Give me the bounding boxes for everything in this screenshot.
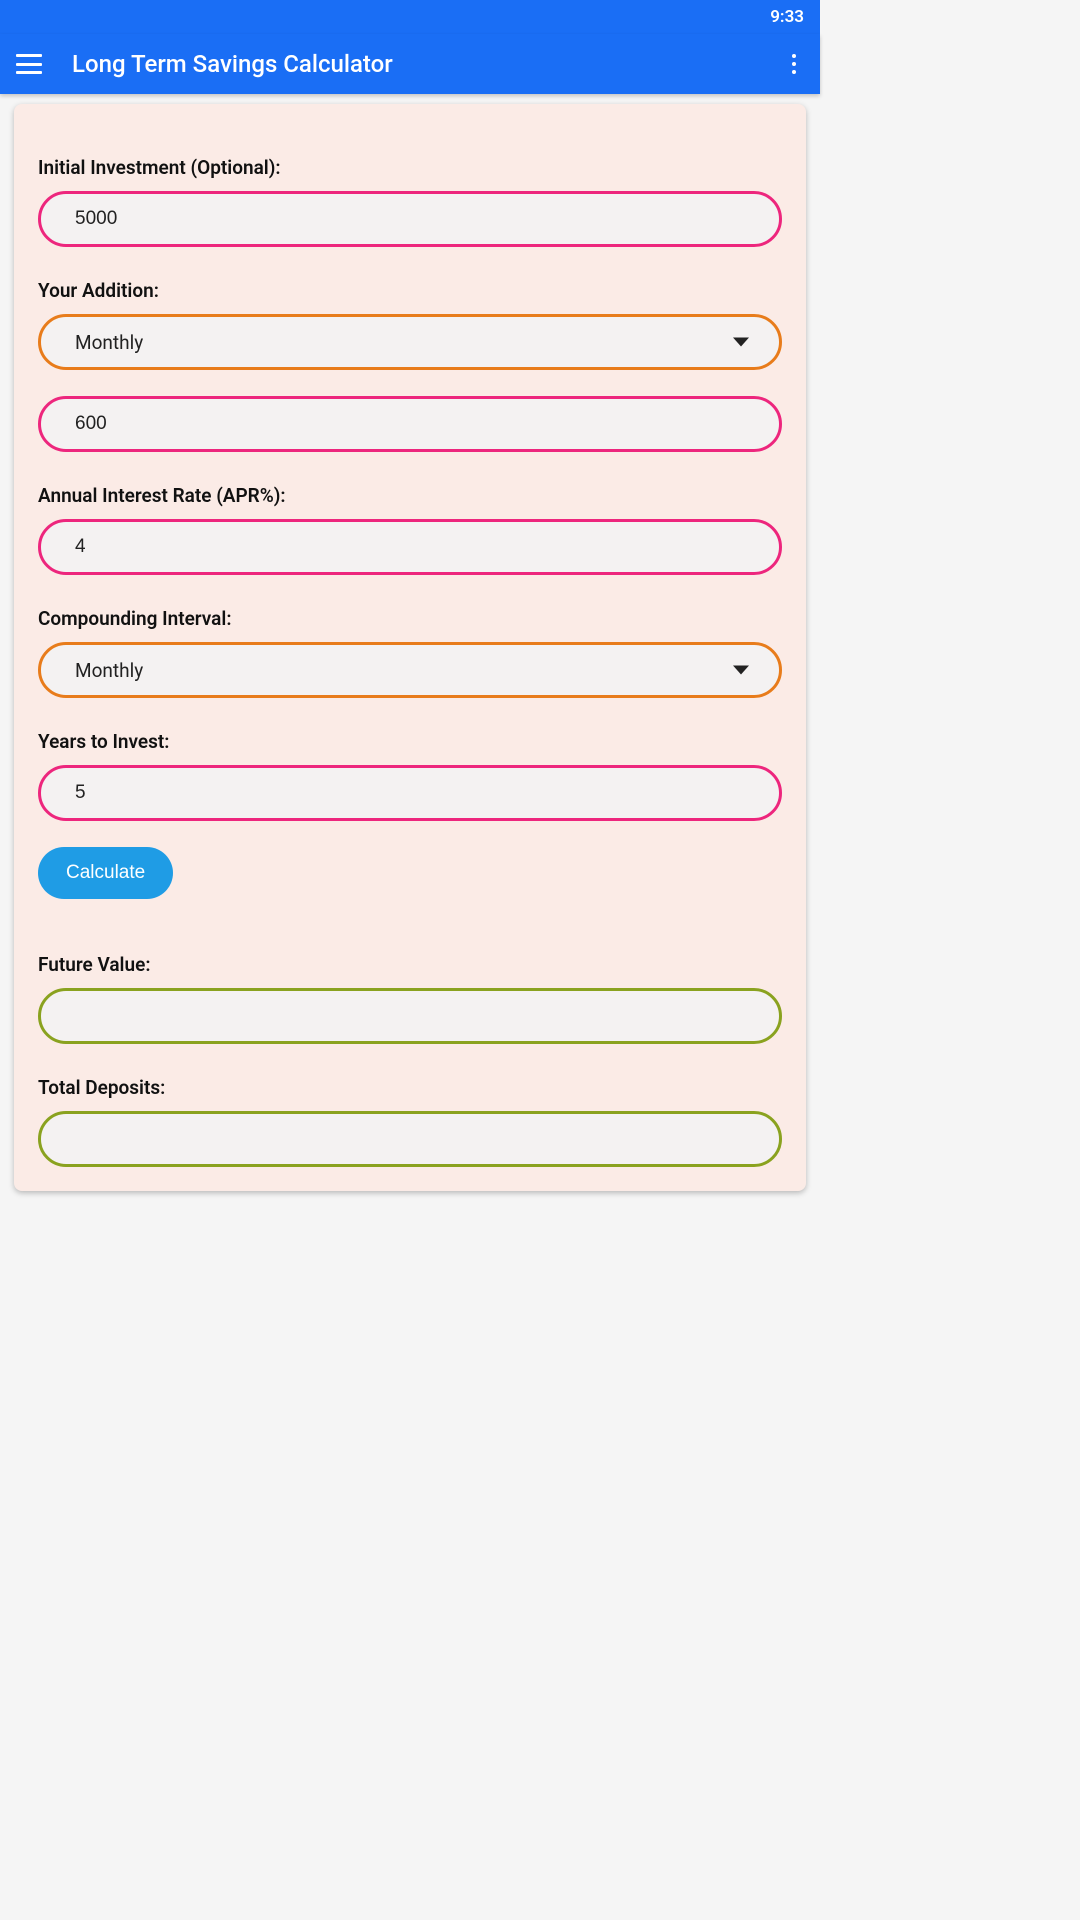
compounding-value: Monthly xyxy=(75,659,143,682)
app-bar: Long Term Savings Calculator xyxy=(0,34,820,94)
addition-frequency-value: Monthly xyxy=(75,331,143,354)
menu-icon[interactable] xyxy=(16,54,42,74)
future-value-output xyxy=(38,988,782,1044)
apr-label: Annual Interest Rate (APR%): xyxy=(38,484,782,507)
years-field[interactable] xyxy=(75,768,745,818)
status-bar: 9:33 xyxy=(0,0,820,34)
initial-investment-field[interactable] xyxy=(75,194,745,244)
compounding-select[interactable]: Monthly xyxy=(38,642,782,698)
chevron-down-icon xyxy=(733,666,749,675)
apr-field[interactable] xyxy=(75,522,745,572)
more-icon[interactable] xyxy=(784,46,804,82)
total-deposits-label: Total Deposits: xyxy=(38,1076,782,1099)
calculate-button[interactable]: Calculate xyxy=(38,847,173,899)
page: Initial Investment (Optional): Your Addi… xyxy=(0,94,820,1201)
form-card: Initial Investment (Optional): Your Addi… xyxy=(14,104,806,1191)
total-deposits-output xyxy=(38,1111,782,1167)
status-time: 9:33 xyxy=(770,7,804,27)
addition-label: Your Addition: xyxy=(38,279,782,302)
future-value-label: Future Value: xyxy=(38,953,782,976)
chevron-down-icon xyxy=(733,338,749,347)
years-label: Years to Invest: xyxy=(38,730,782,753)
years-input[interactable] xyxy=(38,765,782,821)
compounding-label: Compounding Interval: xyxy=(38,607,782,630)
initial-investment-input[interactable] xyxy=(38,191,782,247)
addition-frequency-select[interactable]: Monthly xyxy=(38,314,782,370)
apr-input[interactable] xyxy=(38,519,782,575)
initial-investment-label: Initial Investment (Optional): xyxy=(38,156,782,179)
addition-amount-field[interactable] xyxy=(75,399,745,449)
app-title: Long Term Savings Calculator xyxy=(72,50,784,78)
addition-amount-input[interactable] xyxy=(38,396,782,452)
